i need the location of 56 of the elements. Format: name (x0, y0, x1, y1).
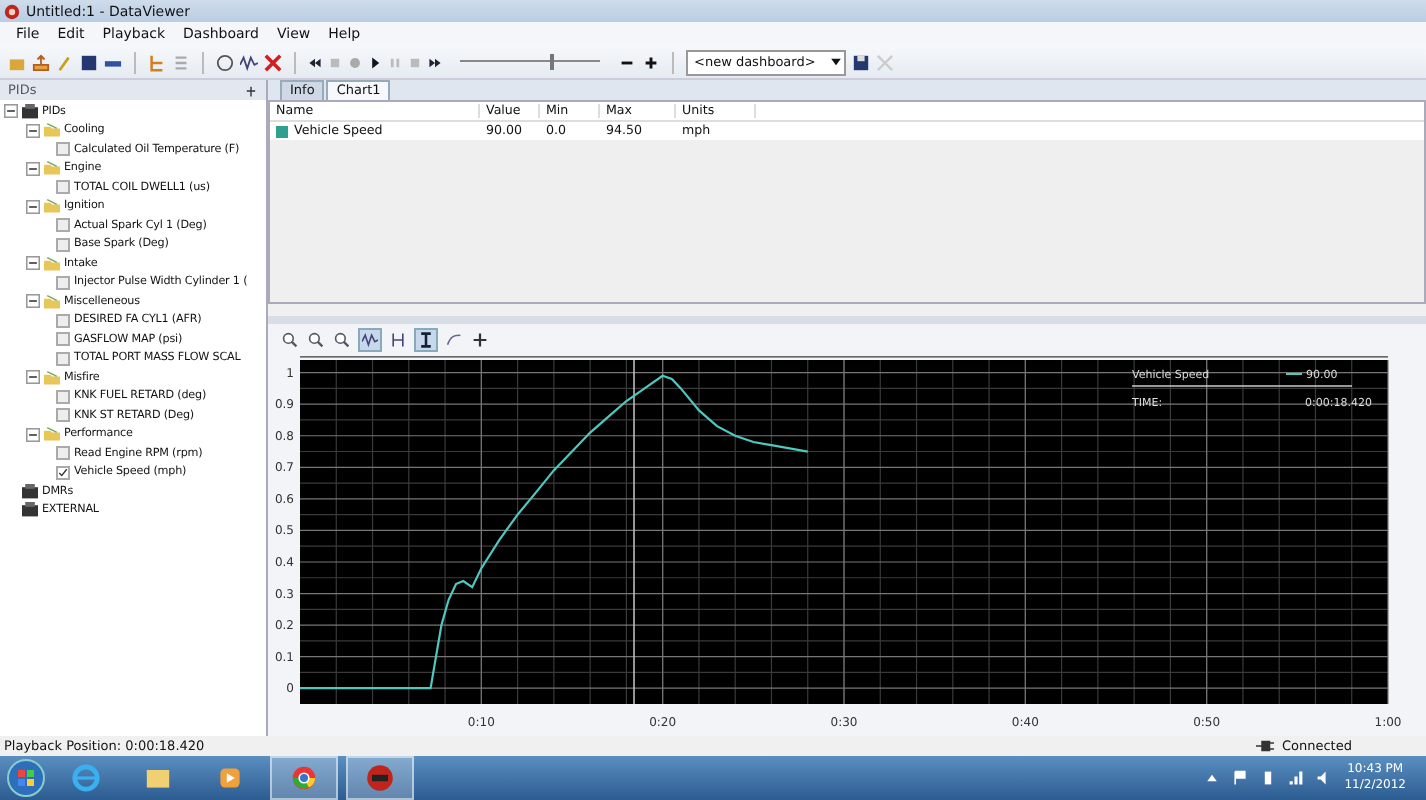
collapse-icon[interactable] (26, 370, 40, 385)
waveform-icon[interactable] (358, 328, 382, 352)
checkbox[interactable] (56, 313, 70, 328)
collapse-icon[interactable] (26, 199, 40, 214)
bracket-icon[interactable] (388, 330, 408, 350)
plus-icon[interactable] (642, 53, 660, 71)
collapse-icon[interactable] (26, 256, 40, 271)
zoom-in-icon[interactable] (280, 330, 300, 350)
fast-forward-icon[interactable] (428, 55, 442, 69)
pin-icon[interactable] (244, 83, 258, 97)
flag-icon[interactable] (1232, 770, 1249, 786)
dropdown-arrow-icon[interactable] (828, 54, 844, 70)
checkbox[interactable] (56, 332, 70, 347)
cursor-icon[interactable] (414, 328, 438, 352)
save-icon[interactable] (80, 53, 98, 71)
folder-icon (44, 293, 60, 310)
collapse-icon[interactable] (26, 161, 40, 176)
save-icon[interactable] (852, 53, 870, 71)
collapse-icon[interactable] (26, 294, 40, 309)
checkbox[interactable] (56, 389, 70, 404)
collapse-icon[interactable] (4, 104, 18, 119)
checkbox[interactable] (56, 446, 70, 461)
checkbox[interactable] (56, 180, 70, 195)
checkbox[interactable] (56, 465, 70, 480)
signal-icon[interactable] (1288, 770, 1305, 786)
folder-icon (44, 369, 60, 386)
checkbox[interactable] (56, 275, 70, 290)
play-icon[interactable] (368, 55, 382, 69)
battery-icon[interactable] (1260, 770, 1277, 786)
close-icon[interactable] (264, 53, 282, 71)
checkbox[interactable] (56, 351, 70, 366)
checkbox[interactable] (56, 142, 70, 157)
folder-icon (44, 255, 60, 272)
collapse-icon[interactable] (26, 123, 40, 138)
folder-icon (44, 122, 60, 139)
checkbox[interactable] (56, 218, 70, 233)
playback-slider[interactable] (460, 50, 600, 74)
folder-icon (44, 198, 60, 215)
checkbox[interactable] (56, 237, 70, 252)
zoom-out-icon[interactable] (306, 330, 326, 350)
plug-icon (1255, 740, 1274, 752)
database-icon (22, 103, 38, 120)
folder-icon (44, 426, 60, 443)
collapse-icon[interactable] (26, 427, 40, 442)
checkbox[interactable] (56, 408, 70, 423)
export-icon[interactable] (32, 53, 50, 71)
caret-icon[interactable] (1204, 770, 1221, 786)
start-button[interactable] (6, 758, 46, 798)
folder-icon (44, 160, 60, 177)
tree-icon[interactable] (148, 53, 166, 71)
app-icon[interactable] (346, 756, 414, 800)
zoom-fit-icon[interactable] (332, 330, 352, 350)
app-icon (4, 3, 20, 19)
waveform-icon[interactable] (240, 53, 258, 71)
move-icon[interactable] (470, 330, 490, 350)
rewind-icon[interactable] (308, 55, 322, 69)
